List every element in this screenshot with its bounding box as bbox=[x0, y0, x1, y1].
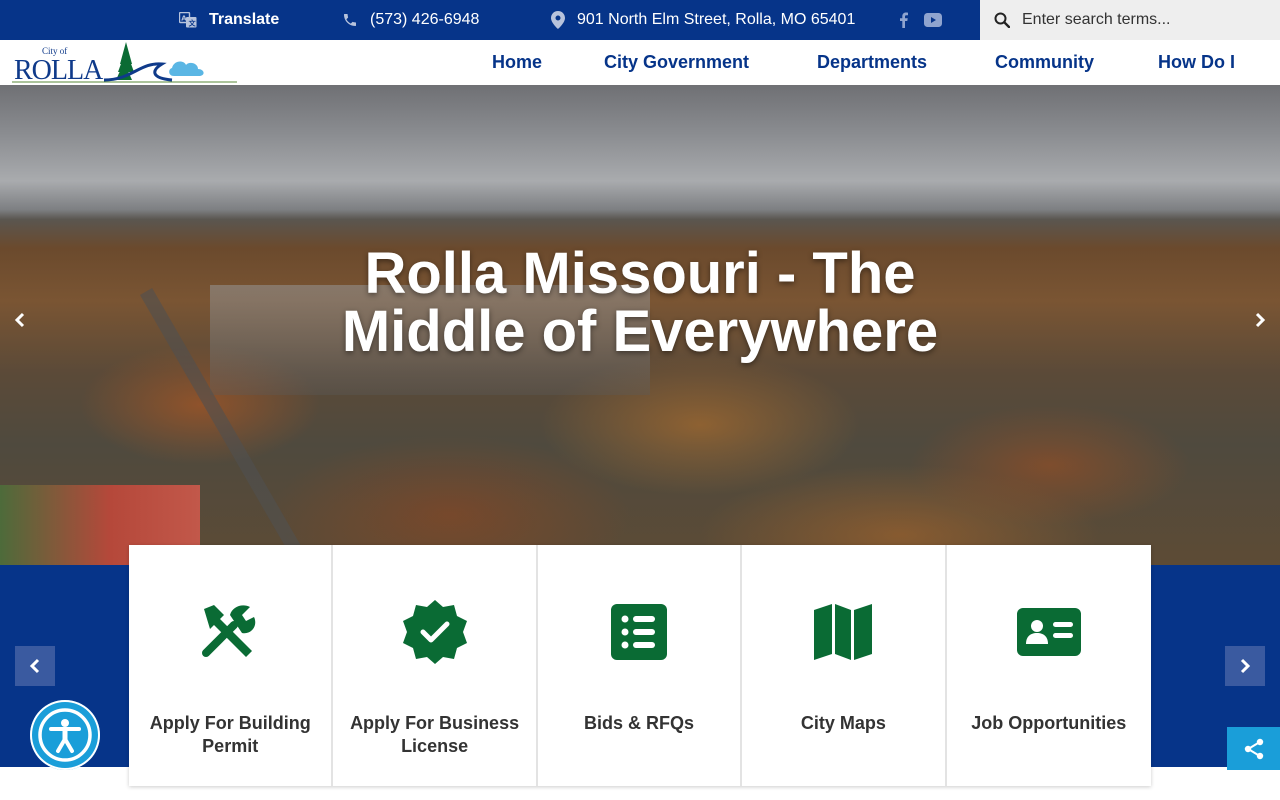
hero-banner: Rolla Missouri - The Middle of Everywher… bbox=[0, 85, 1280, 565]
top-utility-bar: A 文 Translate (573) 426-6948 901 North E… bbox=[0, 0, 1280, 40]
search-input[interactable] bbox=[1022, 5, 1262, 35]
nav-how-do-i[interactable]: How Do I bbox=[1158, 40, 1235, 85]
quick-link-label: Apply For Building Permit bbox=[149, 713, 311, 756]
site-header: City of ROLLA Home City Government Depar… bbox=[0, 40, 1280, 86]
quick-link-business-license[interactable]: Apply For Business License bbox=[333, 545, 538, 786]
nav-departments[interactable]: Departments bbox=[817, 40, 927, 85]
svg-text:A: A bbox=[181, 15, 187, 23]
svg-text:文: 文 bbox=[189, 19, 197, 28]
quick-links-prev-button[interactable] bbox=[15, 646, 55, 686]
quick-link-label: Apply For Business License bbox=[350, 713, 520, 756]
nav-home[interactable]: Home bbox=[492, 40, 542, 85]
address-text: 901 North Elm Street, Rolla, MO 65401 bbox=[577, 11, 856, 28]
share-button[interactable] bbox=[1227, 727, 1280, 770]
translate-link[interactable]: A 文 Translate bbox=[179, 0, 279, 40]
address-link[interactable]: 901 North Elm Street, Rolla, MO 65401 bbox=[551, 0, 855, 40]
quick-link-bids-rfqs[interactable]: Bids & RFQs bbox=[538, 545, 743, 786]
quick-link-label: Bids & RFQs bbox=[583, 713, 694, 733]
city-logo[interactable]: City of ROLLA bbox=[12, 40, 240, 86]
chevron-left-icon bbox=[14, 312, 25, 328]
facebook-icon bbox=[899, 12, 908, 28]
rolla-logo-icon: City of ROLLA bbox=[12, 42, 237, 86]
quick-links-next-button[interactable] bbox=[1225, 646, 1265, 686]
id-card-icon bbox=[1016, 608, 1081, 656]
facebook-link[interactable] bbox=[894, 11, 912, 29]
map-icon bbox=[814, 604, 873, 660]
youtube-link[interactable] bbox=[924, 11, 942, 29]
hero-title-line1: Rolla Missouri - The bbox=[364, 241, 916, 306]
chevron-left-icon bbox=[29, 658, 40, 674]
hero-title: Rolla Missouri - The Middle of Everywher… bbox=[0, 245, 1280, 361]
chevron-right-icon bbox=[1240, 658, 1251, 674]
phone-icon bbox=[344, 14, 356, 26]
quick-link-label: City Maps bbox=[800, 713, 886, 733]
list-icon bbox=[610, 604, 667, 660]
map-pin-icon bbox=[551, 11, 565, 29]
share-icon bbox=[1244, 738, 1263, 759]
logo-name: ROLLA bbox=[14, 55, 104, 85]
accessibility-button[interactable] bbox=[30, 700, 100, 770]
phone-number: (573) 426-6948 bbox=[370, 11, 480, 28]
hero-next-button[interactable] bbox=[1250, 310, 1270, 330]
hero-title-line2: Middle of Everywhere bbox=[341, 299, 939, 364]
search-icon[interactable] bbox=[994, 12, 1010, 28]
phone-link[interactable]: (573) 426-6948 bbox=[342, 0, 479, 40]
quick-links: Apply For Building Permit Apply For Busi… bbox=[129, 545, 1151, 786]
quick-link-city-maps[interactable]: City Maps bbox=[742, 545, 947, 786]
chevron-right-icon bbox=[1255, 312, 1266, 328]
nav-community[interactable]: Community bbox=[995, 40, 1094, 85]
search-box bbox=[980, 0, 1280, 40]
hero-prev-button[interactable] bbox=[10, 310, 30, 330]
quick-link-building-permit[interactable]: Apply For Building Permit bbox=[129, 545, 334, 786]
translate-label: Translate bbox=[209, 11, 280, 28]
tools-icon bbox=[202, 605, 256, 657]
nav-city-government[interactable]: City Government bbox=[604, 40, 749, 85]
accessibility-icon bbox=[38, 708, 92, 762]
badge-check-icon bbox=[402, 600, 467, 664]
youtube-icon bbox=[924, 13, 942, 27]
quick-link-job-opportunities[interactable]: Job Opportunities bbox=[947, 545, 1151, 786]
quick-link-label: Job Opportunities bbox=[971, 713, 1127, 733]
translate-icon: A 文 bbox=[179, 12, 197, 28]
